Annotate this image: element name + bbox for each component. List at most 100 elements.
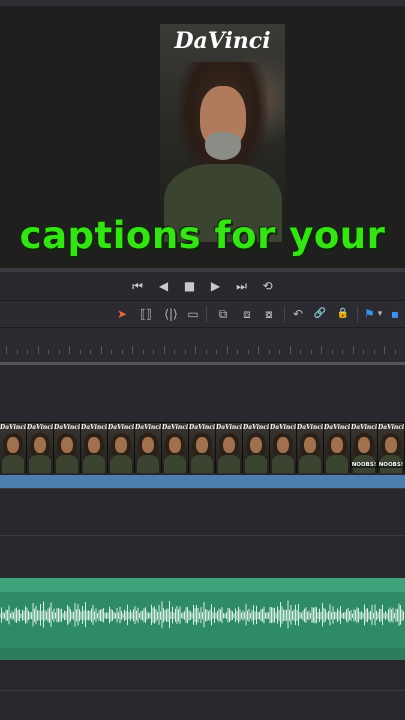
video-viewer: DaVinci captions for your: [0, 0, 405, 268]
insert-clip-icon[interactable]: ⧉: [214, 306, 232, 322]
dynamic-trim-icon[interactable]: ⟨|⟩: [160, 306, 182, 322]
thumbnail-logo: DaVinci: [162, 424, 189, 431]
ruler-tick: [79, 350, 81, 354]
timeline-tracks: [0, 360, 405, 720]
ruler-tick: [384, 346, 385, 354]
go-to-end-icon[interactable]: ⏭: [234, 279, 250, 294]
ruler-tick: [163, 346, 165, 354]
ruler-tick: [6, 346, 7, 354]
linked-selection-icon[interactable]: 🔗: [313, 306, 327, 322]
ruler-tick: [258, 346, 259, 354]
ruler-tick: [27, 350, 28, 354]
track-scrollbar[interactable]: [0, 362, 405, 365]
play-reverse-icon[interactable]: ◀: [156, 279, 172, 293]
ruler-tick: [205, 350, 207, 354]
davinci-logo: DaVinci: [174, 28, 271, 54]
ruler-tick: [342, 350, 343, 354]
clip-thumbnail: DaVinci NOOBS!: [351, 423, 378, 473]
thumbnail-logo: DaVinci: [270, 424, 297, 431]
ruler-tick: [331, 350, 333, 354]
clip-thumbnail: DaVinci: [189, 423, 216, 473]
thumbnail-logo: DaVinci: [81, 424, 108, 431]
overwrite-clip-icon[interactable]: ⧈: [238, 306, 256, 322]
ruler-tick: [300, 350, 301, 354]
ruler-tick: [247, 350, 249, 354]
audio-clip[interactable]: [0, 578, 405, 660]
ruler-tick: [121, 350, 123, 354]
video-frame: DaVinci: [160, 24, 285, 242]
clip-thumbnail: DaVinci: [162, 423, 189, 473]
ruler-tick: [142, 350, 144, 354]
clip-thumbnail: DaVinci: [324, 423, 351, 473]
ruler-tick: [174, 350, 175, 354]
clip-thumbnail: DaVinci NOOBS!: [378, 423, 405, 473]
thumbnail-logo: DaVinci: [135, 424, 162, 431]
thumbnail-logo: DaVinci: [189, 424, 216, 431]
play-icon[interactable]: ▶: [208, 279, 224, 293]
timeline-ruler[interactable]: [0, 328, 405, 360]
track-divider: [0, 690, 405, 691]
toolbar-divider: [284, 306, 285, 322]
ruler-tick: [289, 346, 291, 354]
thumbnail-logo: DaVinci: [54, 424, 81, 431]
audio-waveform: [0, 600, 404, 629]
thumbnail-logo: DaVinci: [243, 424, 270, 431]
track-divider: [0, 535, 405, 536]
marker-icon[interactable]: ▪: [390, 306, 400, 322]
clip-thumbnail: DaVinci: [27, 423, 54, 473]
clip-thumbnail: DaVinci: [243, 423, 270, 473]
stop-icon[interactable]: ■: [182, 279, 198, 293]
ruler-tick: [100, 346, 102, 354]
thumbnail-logo: DaVinci: [297, 424, 324, 431]
ruler-tick: [363, 350, 364, 354]
loop-icon[interactable]: ⟲: [260, 279, 276, 293]
thumbnail-overlay-text: NOOBS!: [378, 462, 404, 468]
ruler-tick: [321, 346, 322, 354]
thumbnail-overlay-text: NOOBS!: [351, 462, 377, 468]
thumbnail-logo: DaVinci: [378, 424, 405, 431]
ruler-tick: [394, 350, 396, 354]
ruler-tick: [195, 346, 196, 354]
replace-clip-icon[interactable]: ⧇: [260, 306, 278, 322]
timeline-toolbar: ➤ ⟦⟧ ⟨|⟩ ▭ ⧉ ⧈ ⧇ ↶ 🔗 🔒 ⚑ ▾ ▪: [0, 300, 405, 328]
ruler-tick: [352, 346, 354, 354]
go-to-start-icon[interactable]: ⏮: [130, 279, 146, 294]
thumbnail-logo: DaVinci: [27, 424, 54, 431]
ruler-tick: [310, 350, 312, 354]
ruler-tick: [153, 350, 154, 354]
transport-controls: ⏮ ◀ ■ ▶ ⏭ ⟲: [0, 272, 405, 300]
flag-dropdown-icon[interactable]: ▾: [375, 306, 385, 322]
toolbar-divider: [206, 306, 207, 322]
ruler-tick: [16, 350, 18, 354]
thumbnail-logo: DaVinci: [351, 424, 378, 431]
thumbnail-logo: DaVinci: [108, 424, 135, 431]
ruler-tick: [69, 346, 70, 354]
clip-thumbnail: DaVinci: [0, 423, 27, 473]
position-lock-icon[interactable]: 🔒: [336, 306, 350, 322]
viewer-top-bar: [0, 0, 405, 6]
ruler-tick: [132, 346, 133, 354]
subtitle-clip[interactable]: [0, 475, 405, 488]
flag-icon[interactable]: ⚑: [364, 306, 375, 322]
caption-text: captions for your: [19, 214, 386, 257]
track-divider: [0, 488, 405, 489]
waveform-path: [0, 600, 404, 629]
ruler-tick: [216, 350, 217, 354]
video-clip[interactable]: DaVinci DaVinci DaVinci DaVinci DaVinci DaVin…: [0, 422, 405, 473]
ruler-tick: [111, 350, 112, 354]
ruler-tick: [237, 350, 238, 354]
ruler-tick: [48, 350, 49, 354]
blade-tool-icon[interactable]: ▭: [186, 306, 200, 322]
audio-clip-header: [0, 578, 405, 592]
ruler-tick: [373, 350, 375, 354]
selection-tool-icon[interactable]: ➤: [116, 306, 128, 322]
clip-thumbnail: DaVinci: [216, 423, 243, 473]
thumbnail-logo: DaVinci: [216, 424, 243, 431]
snapping-icon[interactable]: ↶: [292, 306, 304, 322]
ruler-tick: [37, 346, 39, 354]
clip-thumbnail: DaVinci: [108, 423, 135, 473]
ruler-tick: [279, 350, 280, 354]
ruler-tick: [226, 346, 228, 354]
clip-thumbnail: DaVinci: [54, 423, 81, 473]
trim-tool-icon[interactable]: ⟦⟧: [136, 306, 156, 322]
